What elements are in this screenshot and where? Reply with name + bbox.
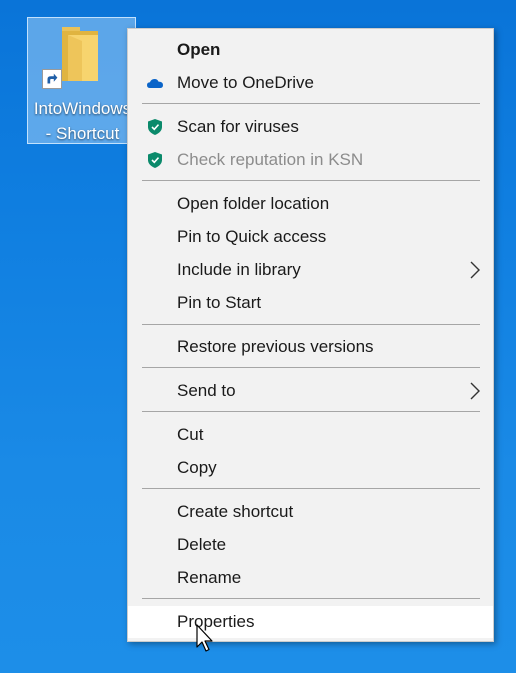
chevron-right-icon [470, 382, 480, 400]
menu-item-move-to-onedrive[interactable]: Move to OneDrive [128, 67, 493, 99]
menu-item-cut[interactable]: Cut [128, 419, 493, 451]
kaspersky-shield-icon [147, 119, 163, 135]
menu-item-check-reputation: Check reputation in KSN [128, 144, 493, 176]
shortcut-label-line1: IntoWindows [33, 99, 132, 118]
menu-item-label: Check reputation in KSN [177, 150, 364, 169]
menu-item-send-to[interactable]: Send to [128, 375, 493, 407]
mouse-pointer-icon [196, 624, 213, 652]
menu-item-restore-previous-versions[interactable]: Restore previous versions [128, 331, 493, 363]
shortcut-label-line2: - Shortcut [45, 124, 120, 143]
menu-separator [142, 488, 480, 489]
menu-item-rename[interactable]: Rename [128, 562, 493, 594]
menu-separator [142, 103, 480, 104]
menu-item-label: Rename [177, 568, 242, 587]
menu-item-label: Pin to Quick access [177, 227, 327, 246]
menu-separator [142, 367, 480, 368]
menu-item-label: Open folder location [177, 194, 330, 213]
menu-item-open-folder-location[interactable]: Open folder location [128, 188, 493, 220]
menu-item-label: Send to [177, 381, 236, 400]
desktop-shortcut-intowindows[interactable]: IntoWindows - Shortcut [27, 17, 136, 144]
context-menu: Open Move to OneDrive Scan for viruses C… [127, 28, 494, 642]
kaspersky-shield-icon [147, 152, 163, 168]
menu-item-label: Restore previous versions [177, 337, 374, 356]
menu-item-label: Create shortcut [177, 502, 294, 521]
shortcut-label: IntoWindows - Shortcut [28, 96, 137, 146]
onedrive-cloud-icon [147, 75, 163, 91]
menu-item-open[interactable]: Open [128, 34, 493, 66]
menu-item-include-in-library[interactable]: Include in library [128, 254, 493, 286]
menu-separator [142, 411, 480, 412]
menu-item-label: Scan for viruses [177, 117, 299, 136]
menu-item-label: Open [177, 40, 221, 59]
menu-item-delete[interactable]: Delete [128, 529, 493, 561]
menu-item-label: Pin to Start [177, 293, 262, 312]
menu-item-scan-for-viruses[interactable]: Scan for viruses [128, 111, 493, 143]
menu-item-properties[interactable]: Properties [128, 606, 493, 638]
chevron-right-icon [470, 261, 480, 279]
menu-item-label: Copy [177, 458, 217, 477]
shortcut-arrow-icon [42, 69, 62, 89]
menu-item-label: Include in library [177, 260, 301, 279]
menu-item-label: Cut [177, 425, 204, 444]
menu-item-label: Move to OneDrive [177, 73, 314, 92]
menu-item-copy[interactable]: Copy [128, 452, 493, 484]
menu-separator [142, 598, 480, 599]
menu-item-pin-to-quick-access[interactable]: Pin to Quick access [128, 221, 493, 253]
menu-item-label: Delete [177, 535, 227, 554]
folder-icon [62, 27, 98, 81]
menu-separator [142, 324, 480, 325]
menu-item-pin-to-start[interactable]: Pin to Start [128, 287, 493, 319]
menu-item-create-shortcut[interactable]: Create shortcut [128, 496, 493, 528]
menu-separator [142, 180, 480, 181]
